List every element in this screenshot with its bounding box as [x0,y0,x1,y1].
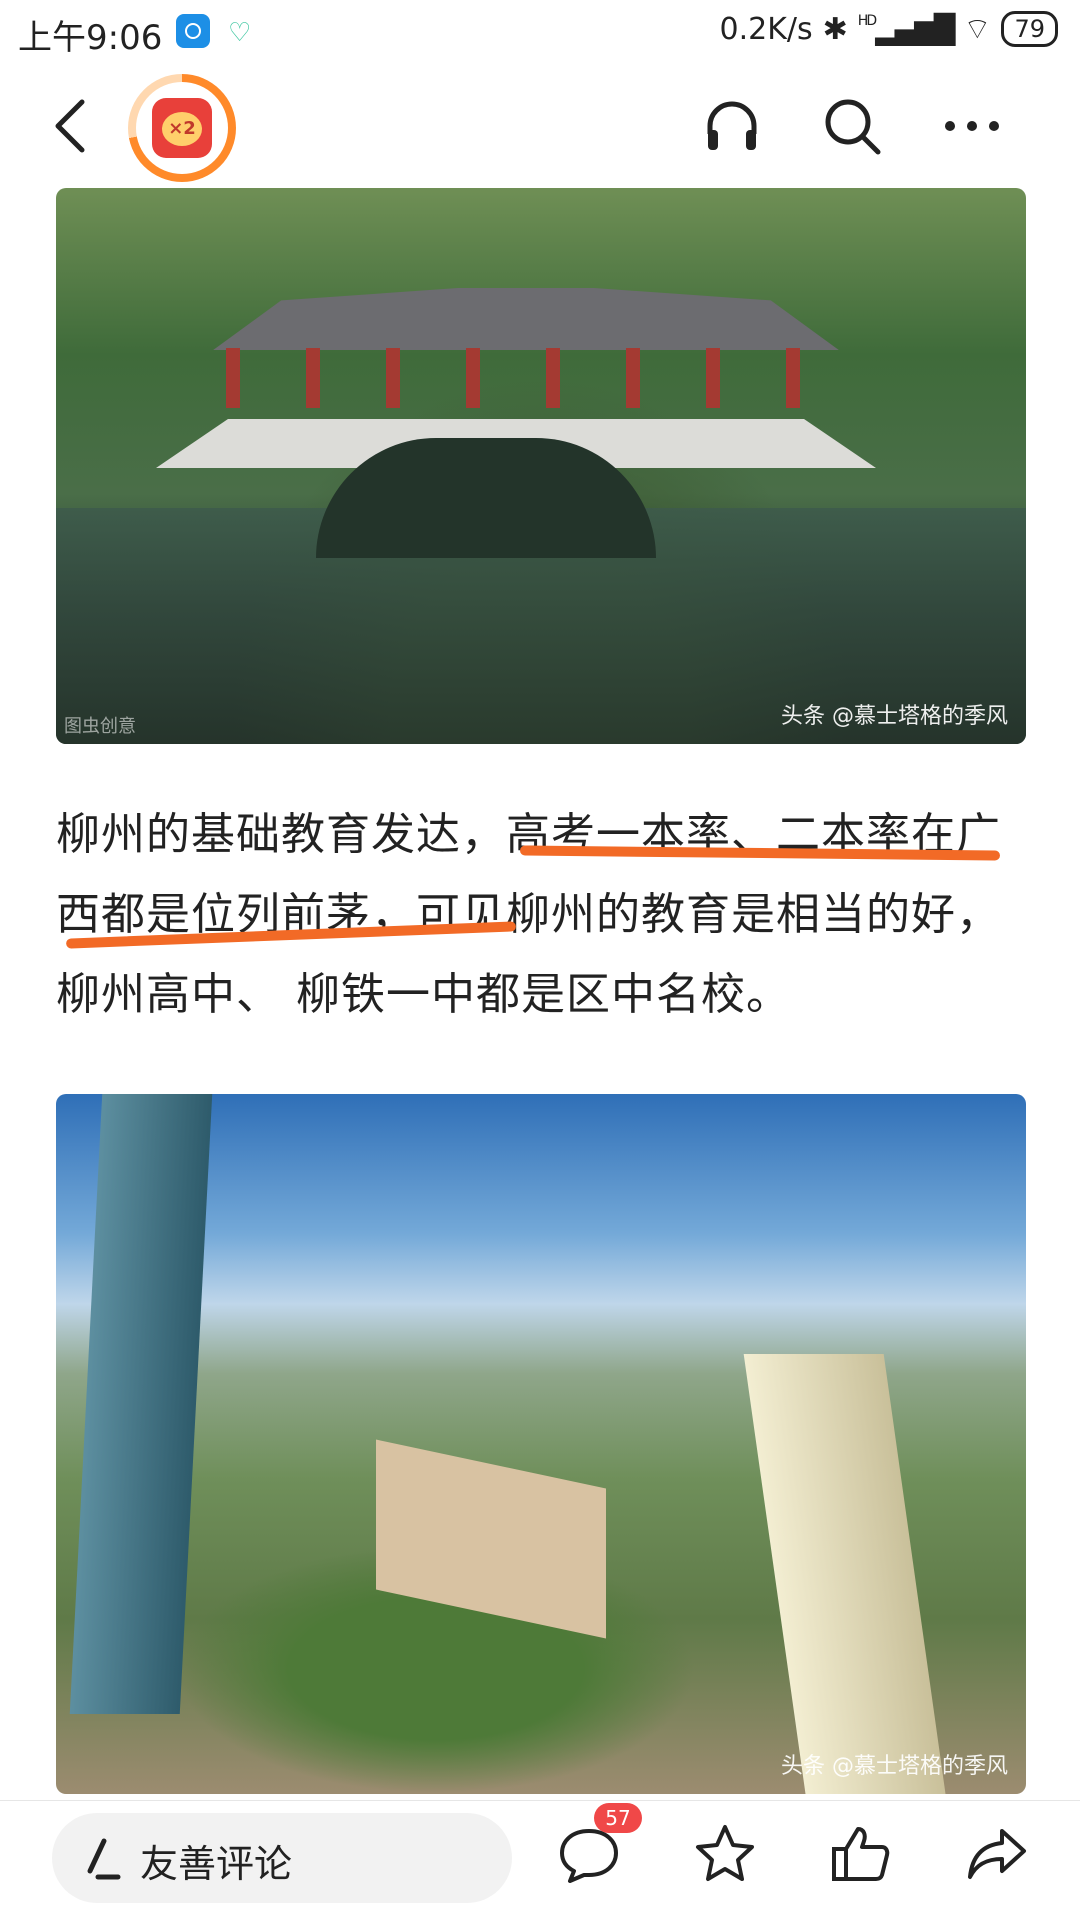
article-paragraph: 柳州的基础教育发达，高考一本率、二本率在广西都是位列前茅，可见柳州的教育是相当的… [56,809,1001,1020]
image-corner-mark: 图虫创意 [64,716,136,737]
top-nav: ×2 [0,66,1080,186]
image-watermark: 头条 @慕士塔格的季风 [781,704,1008,729]
more-icon[interactable] [940,94,1004,158]
reward-badge[interactable]: ×2 [128,74,236,182]
bluetooth-icon: ✱ [822,11,848,47]
article-image-bridge[interactable]: 图虫创意 头条 @慕士塔格的季风 [56,188,1026,744]
headphone-icon[interactable] [700,94,764,158]
app-notification-icon [176,14,210,48]
pen-icon [87,1838,121,1880]
back-icon[interactable] [44,96,104,156]
red-envelope-icon: ×2 [152,98,212,158]
comment-placeholder: 友善评论 [140,1842,293,1886]
net-speed: 0.2K/s [719,11,813,47]
share-icon[interactable] [964,1821,1030,1887]
bottom-action-bar: 友善评论 57 [0,1800,1080,1921]
search-icon[interactable] [820,94,884,158]
signal-icon: HD▂▄▆█ [857,12,955,46]
status-time: 上午9:06 [18,18,163,58]
article-image-city[interactable]: 头条 @慕士塔格的季风 [56,1094,1026,1794]
status-right: 0.2K/s ✱ HD▂▄▆█ ⌔ 79 [720,10,1058,48]
comment-count-badge: 57 [594,1803,642,1833]
heart-notification-icon: ♡ [228,18,252,48]
comment-input[interactable]: 友善评论 [52,1813,512,1903]
badge-multiplier: ×2 [162,112,202,146]
star-icon[interactable] [692,1821,758,1887]
status-bar: 上午9:06 ♡ 0.2K/s ✱ HD▂▄▆█ ⌔ 79 [0,0,1080,66]
wifi-icon: ⌔ [963,12,992,47]
battery-icon: 79 [1001,11,1058,47]
image-watermark: 头条 @慕士塔格的季风 [781,1754,1008,1779]
like-icon[interactable] [828,1821,894,1887]
